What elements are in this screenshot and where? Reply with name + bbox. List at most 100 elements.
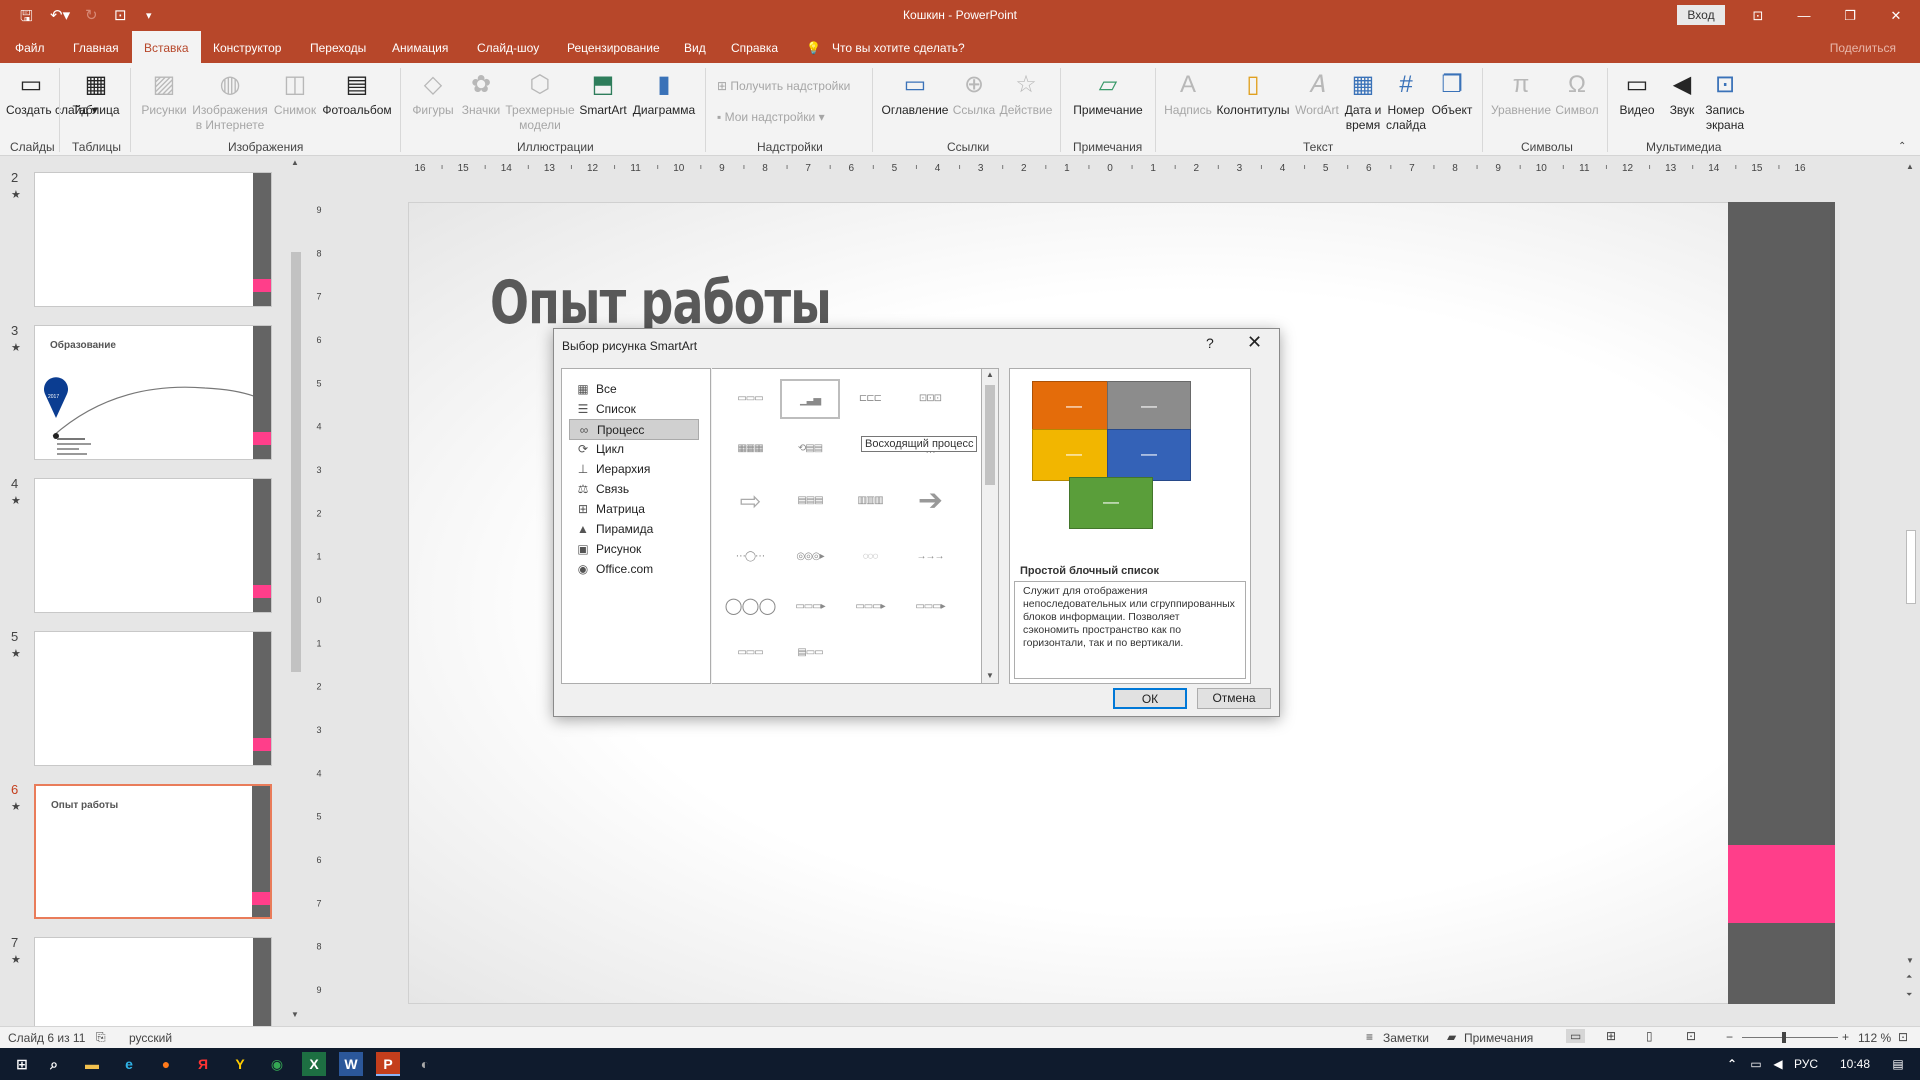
layout-thumb[interactable]: ◌◌◌	[840, 537, 900, 577]
new-slide-button[interactable]: ▭ Создать слайд ▾	[6, 67, 98, 118]
slide-thumbnail[interactable]	[34, 631, 272, 766]
fit-slide-icon[interactable]: ⊡	[1898, 1030, 1908, 1044]
category-pyramid[interactable]: ▲ Пирамида	[569, 519, 699, 540]
network-icon[interactable]: ▭	[1744, 1052, 1768, 1076]
zoom-in-icon[interactable]: +	[1842, 1030, 1849, 1044]
category-hierarchy[interactable]: ⊥ Иерархия	[569, 459, 699, 480]
tray-chevron-icon[interactable]: ⌃	[1720, 1052, 1744, 1076]
minimize-button[interactable]: —	[1781, 0, 1827, 31]
prev-slide-icon[interactable]: ⏶	[1906, 972, 1912, 982]
smartart-button[interactable]: ⬒ SmartArt	[578, 67, 628, 118]
tab-insert[interactable]: Вставка	[132, 31, 201, 63]
audio-button[interactable]: ◀ Звук	[1662, 67, 1702, 118]
tab-help[interactable]: Справка	[731, 31, 778, 63]
search-icon[interactable]: ⌕	[42, 1052, 66, 1076]
editor-scrollbar[interactable]: ▲ ▼ ⏶ ⏷	[1902, 156, 1920, 1026]
screen-recording-button[interactable]: ⊡ Запись экрана	[1702, 67, 1748, 133]
yandex-icon[interactable]: Я	[191, 1052, 215, 1076]
table-button[interactable]: ▦ Таблица	[68, 67, 124, 118]
thumbnails-scrollbar[interactable]: ▲ ▼	[288, 158, 302, 1024]
zoom-slider[interactable]	[1742, 1037, 1838, 1038]
comments-button[interactable]: Примечания	[1464, 1031, 1533, 1045]
layout-thumb[interactable]: ▤▭▭	[780, 633, 840, 673]
category-process[interactable]: ∞ Процесс	[569, 419, 699, 440]
3d-models-button[interactable]: ⬡ Трехмерные модели	[503, 67, 577, 133]
category-matrix[interactable]: ⊞ Матрица	[569, 499, 699, 520]
zoom-slider-thumb[interactable]	[1782, 1032, 1786, 1043]
gallery-scrollbar[interactable]: ▲ ▼	[982, 368, 999, 684]
powerpoint-icon[interactable]: P	[376, 1052, 400, 1076]
word-icon[interactable]: W	[339, 1052, 363, 1076]
clock[interactable]: 10:48	[1840, 1057, 1870, 1071]
toc-button[interactable]: ▭ Оглавление	[880, 67, 950, 118]
layout-thumb[interactable]: ⟲▤▤	[780, 429, 840, 469]
layout-thumb[interactable]: ▤▤▤	[780, 481, 840, 521]
layout-thumb[interactable]: ⊏⊏⊏	[840, 379, 900, 419]
spellcheck-icon[interactable]: ⎘	[96, 1030, 106, 1045]
screenshot-button[interactable]: ◫ Снимок	[272, 67, 318, 118]
collapse-ribbon-icon[interactable]: ⌃	[1898, 141, 1906, 152]
wordart-button[interactable]: 𝐴 WordArt	[1292, 67, 1342, 118]
category-office-com[interactable]: ◉ Office.com	[569, 559, 699, 580]
scroll-thumb[interactable]	[291, 252, 301, 672]
scroll-up-icon[interactable]: ▲	[986, 370, 994, 379]
slide-thumbnail[interactable]	[34, 478, 272, 613]
windows-start-icon[interactable]: ⊞	[10, 1052, 34, 1076]
normal-view-icon[interactable]: ▭	[1566, 1029, 1586, 1043]
layout-thumb[interactable]: ⊡⊡⊡	[900, 379, 960, 419]
layout-thumb[interactable]: ◯◯◯	[720, 587, 780, 627]
layout-thumb[interactable]: ◎◎◎▸	[780, 537, 840, 577]
category-cycle[interactable]: ⟳ Цикл	[569, 439, 699, 460]
yandex-browser-icon[interactable]: Y	[228, 1052, 252, 1076]
tab-view[interactable]: Вид	[684, 31, 706, 63]
my-addins-button[interactable]: ▪ Мои надстройки ▾	[717, 110, 825, 124]
layout-thumb[interactable]: →→→	[900, 537, 960, 577]
tab-transitions[interactable]: Переходы	[310, 31, 366, 63]
next-slide-icon[interactable]: ⏷	[1906, 990, 1912, 1000]
slide-thumbnail-selected[interactable]: Опыт работы	[34, 784, 272, 919]
excel-icon[interactable]: X	[302, 1052, 326, 1076]
restore-button[interactable]: ❐	[1827, 0, 1873, 31]
date-time-button[interactable]: ▦ Дата и время	[1342, 67, 1384, 133]
share-button[interactable]: Поделиться	[1830, 41, 1896, 55]
equation-button[interactable]: π Уравнение	[1488, 67, 1554, 118]
signin-button[interactable]: Вход	[1677, 5, 1725, 25]
chrome-icon[interactable]: ◉	[265, 1052, 289, 1076]
link-button[interactable]: ⊕ Ссылка	[950, 67, 998, 118]
zoom-out-icon[interactable]: −	[1726, 1030, 1733, 1044]
layout-thumb[interactable]: ▥▥▥	[840, 481, 900, 521]
scroll-down-icon[interactable]: ▼	[1906, 956, 1914, 965]
volume-icon[interactable]: ◀	[1766, 1052, 1790, 1076]
scroll-up-icon[interactable]: ▲	[291, 158, 299, 167]
layout-thumb[interactable]: ➔	[900, 481, 960, 521]
firefox-icon[interactable]: ●	[154, 1052, 178, 1076]
help-button[interactable]: ?	[1206, 335, 1214, 351]
reading-view-icon[interactable]: ▯	[1646, 1029, 1653, 1043]
ribbon-options-icon[interactable]: ⊡	[1735, 0, 1781, 31]
photo-album-button[interactable]: ▤ Фотоальбом	[320, 67, 394, 118]
layout-thumb[interactable]: ▭▭▭▸	[900, 587, 960, 627]
shapes-button[interactable]: ◇ Фигуры	[408, 67, 458, 118]
scroll-thumb[interactable]	[985, 385, 995, 485]
slide-sorter-icon[interactable]: ⊞	[1606, 1029, 1616, 1043]
scroll-up-icon[interactable]: ▲	[1906, 162, 1914, 171]
action-button[interactable]: ☆ Действие	[998, 67, 1054, 118]
scroll-down-icon[interactable]: ▼	[291, 1010, 299, 1019]
chart-button[interactable]: ▮ Диаграмма	[630, 67, 698, 118]
close-button[interactable]: ✕	[1873, 0, 1919, 31]
tab-file[interactable]: Файл	[15, 31, 45, 63]
header-footer-button[interactable]: ▯ Колонтитулы	[1215, 67, 1291, 118]
language-indicator[interactable]: русский	[129, 1031, 172, 1045]
layout-thumb[interactable]: ▭▭▭	[720, 633, 780, 673]
notifications-icon[interactable]: ▤	[1886, 1052, 1910, 1076]
pictures-button[interactable]: ▨ Рисунки	[138, 67, 190, 118]
online-pictures-button[interactable]: ◍ Изображения в Интернете	[190, 67, 270, 133]
slide-number-button[interactable]: # Номер слайда	[1384, 67, 1428, 133]
app-icon[interactable]: ◐	[413, 1052, 437, 1076]
comment-button[interactable]: ▱ Примечание	[1068, 67, 1148, 118]
tab-review[interactable]: Рецензирование	[567, 31, 660, 63]
video-button[interactable]: ▭ Видео	[1612, 67, 1662, 118]
layout-thumb[interactable]: ⋯◯⋯	[720, 537, 780, 577]
category-list-item[interactable]: ☰ Список	[569, 399, 699, 420]
tab-home[interactable]: Главная	[73, 31, 119, 63]
